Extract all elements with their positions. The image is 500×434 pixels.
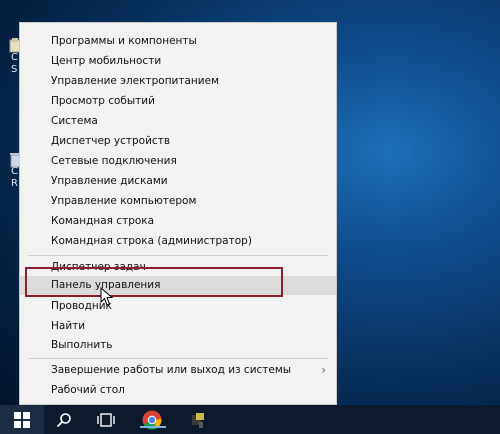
menu-item-disk-management[interactable]: Управление дисками	[20, 172, 336, 191]
menu-item-computer-management[interactable]: Управление компьютером	[20, 192, 336, 211]
desktop-icon-label: C S	[11, 52, 18, 75]
search-icon	[56, 412, 71, 427]
menu-item-event-viewer[interactable]: Просмотр событий	[20, 92, 336, 111]
menu-item-file-explorer[interactable]: Проводник	[20, 297, 336, 316]
menu-item-shutdown-label: Завершение работы или выход из системы	[51, 364, 292, 376]
menu-item-run[interactable]: Выполнить	[20, 336, 336, 355]
highlight-annotation-box	[25, 267, 283, 297]
app-icon	[192, 412, 204, 428]
menu-item-search[interactable]: Найти	[20, 317, 336, 336]
menu-item-system[interactable]: Система	[20, 112, 336, 131]
windows-logo-icon	[14, 411, 30, 428]
menu-item-network-connections[interactable]: Сетевые подключения	[20, 152, 336, 171]
search-button[interactable]	[44, 405, 84, 434]
menu-item-desktop[interactable]: Рабочий стол	[20, 381, 336, 400]
chrome-active-indicator	[140, 426, 166, 428]
winx-context-menu: Программы и компоненты Центр мобильности…	[19, 22, 337, 405]
mouse-cursor-icon	[100, 287, 114, 306]
menu-item-command-prompt-admin[interactable]: Командная строка (администратор)	[20, 232, 336, 251]
taskbar	[0, 405, 500, 434]
app-button[interactable]	[178, 405, 218, 434]
menu-item-power-options[interactable]: Управление электропитанием	[20, 72, 336, 91]
desktop-icon-label: C R	[11, 166, 18, 189]
menu-item-command-prompt[interactable]: Командная строка	[20, 212, 336, 231]
menu-item-programs-features[interactable]: Программы и компоненты	[20, 32, 336, 51]
menu-separator	[28, 358, 328, 359]
chevron-right-icon: ›	[321, 363, 326, 377]
chrome-button[interactable]	[132, 405, 172, 434]
task-view-icon	[97, 412, 115, 427]
menu-item-mobility-center[interactable]: Центр мобильности	[20, 52, 336, 71]
menu-item-shutdown-signout[interactable]: Завершение работы или выход из системы ›	[20, 361, 336, 380]
menu-separator	[28, 255, 328, 256]
task-view-button[interactable]	[86, 405, 126, 434]
menu-item-device-manager[interactable]: Диспетчер устройств	[20, 132, 336, 151]
start-button[interactable]	[0, 405, 44, 434]
